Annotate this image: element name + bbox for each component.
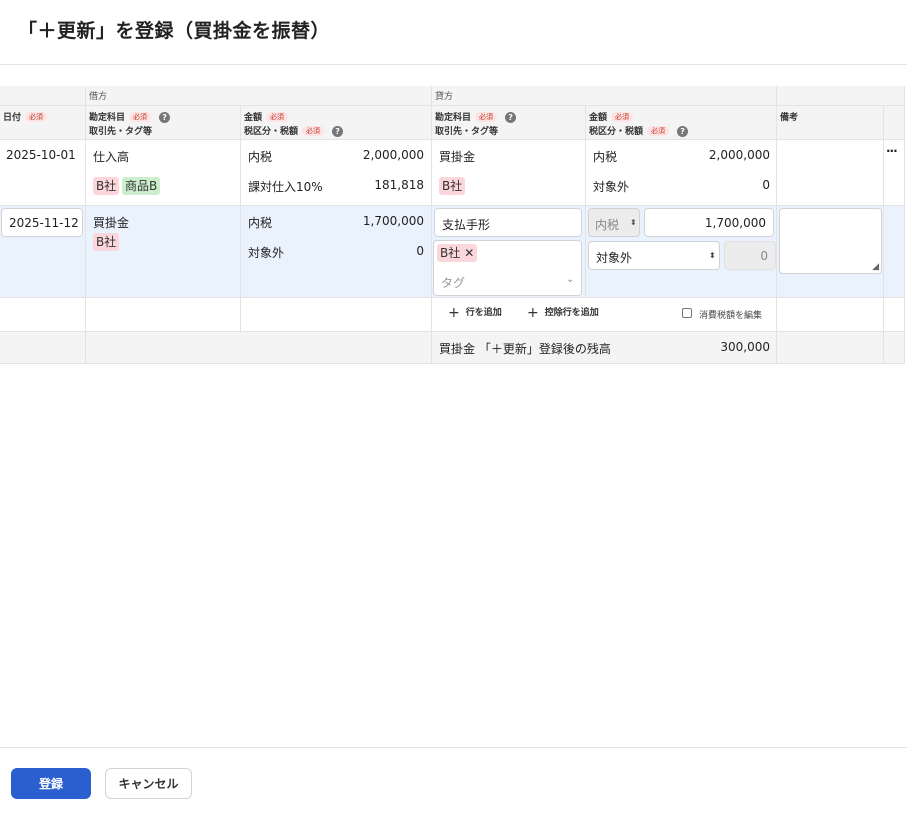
plus-icon: + — [527, 305, 539, 321]
debit-group-header: 借方 — [86, 86, 432, 106]
cancel-button[interactable]: キャンセル — [105, 768, 192, 799]
row1-debit-amount[interactable]: 2,000,000 — [330, 148, 424, 162]
required-badge: 必須 — [129, 112, 152, 122]
credit-amount-input[interactable]: 1,700,000 — [644, 208, 774, 237]
credit-group-header: 貸方 — [432, 86, 777, 106]
credit-account-input[interactable]: 支払手形 — [434, 208, 582, 237]
footer-divider — [0, 747, 907, 748]
credit-account-column-header: 勘定科目 必須? 取引先・タグ等 — [432, 106, 586, 140]
memo-column-header: 備考 — [777, 106, 884, 140]
required-badge: 必須 — [475, 112, 498, 122]
row1-debit-tax-class[interactable]: 課対仕入10% — [248, 178, 323, 195]
resize-handle-icon: ◢ — [872, 262, 879, 272]
row1-credit-account[interactable]: 買掛金 — [439, 148, 475, 165]
row2-debit-tax-amount: 0 — [416, 244, 424, 258]
tag-chip: B社 — [439, 177, 466, 195]
memo-textarea[interactable]: ◢ — [779, 208, 882, 274]
required-badge: 必須 — [266, 112, 289, 122]
add-deduction-row-button[interactable]: + 控除行を追加 — [527, 305, 599, 321]
memo-cell[interactable] — [777, 140, 884, 206]
row1-debit-account[interactable]: 仕入高 — [93, 148, 129, 165]
balance-label: 買掛金 「＋更新」登録後の残高 — [439, 342, 611, 356]
row1-credit-tax-amount: 0 — [762, 178, 770, 192]
help-icon[interactable]: ? — [159, 112, 171, 123]
title-divider — [0, 64, 907, 65]
tag-placeholder: タグ — [441, 276, 466, 290]
required-badge: 必須 — [611, 112, 634, 122]
credit-tax-amount-input: 0 — [724, 241, 776, 270]
select-caret-icon: ⬍ — [630, 218, 637, 227]
edit-tax-checkbox[interactable] — [682, 308, 692, 318]
credit-tag-select[interactable]: B社 ✕ タグ ⌄ — [433, 240, 582, 296]
chevron-down-icon: ⌄ — [566, 274, 575, 285]
row1-credit-tax-type[interactable]: 内税 — [593, 148, 617, 165]
tag-chip: B社 ✕ — [437, 244, 478, 262]
credit-amount-column-header: 金額 必須 税区分・税額 必須? — [586, 106, 777, 140]
plus-icon: + — [448, 305, 460, 321]
required-badge: 必須 — [25, 112, 48, 122]
tag-chip: 商品B — [122, 177, 161, 195]
row1-credit-tax-class[interactable]: 対象外 — [593, 178, 629, 195]
row2-debit-tax-type[interactable]: 内税 — [248, 214, 272, 231]
debit-amount-column-header: 金額 必須 税区分・税額 必須? — [241, 106, 432, 140]
modal-title: 「＋更新」を登録（買掛金を振替） — [18, 20, 331, 42]
select-caret-icon: ⬍ — [709, 251, 716, 260]
date-input[interactable]: 2025-11-12 — [1, 208, 83, 237]
row1-debit-tax-type[interactable]: 内税 — [248, 148, 272, 165]
tag-chip: B社 — [93, 177, 120, 195]
row1-debit-tax-amount: 181,818 — [374, 178, 424, 192]
add-row-button[interactable]: + 行を追加 — [448, 305, 502, 321]
help-icon[interactable]: ? — [677, 126, 689, 137]
row-menu-icon[interactable]: ··· — [886, 144, 898, 158]
row1-date[interactable]: 2025-10-01 — [6, 148, 76, 162]
row1-credit-amount[interactable]: 2,000,000 — [676, 148, 770, 162]
row2-debit-amount[interactable]: 1,700,000 — [330, 214, 424, 228]
credit-tax-class-select[interactable]: 対象外 ⬍ — [588, 241, 720, 270]
row2-debit-tax-class[interactable]: 対象外 — [248, 244, 284, 261]
required-badge: 必須 — [647, 126, 670, 136]
row2-debit-account[interactable]: 買掛金 — [93, 214, 129, 231]
remove-tag-icon[interactable]: ✕ — [464, 246, 474, 260]
balance-value: 300,000 — [720, 340, 770, 354]
help-icon[interactable]: ? — [505, 112, 517, 123]
date-column-header: 日付 必須 — [0, 106, 86, 140]
edit-tax-label[interactable]: 消費税額を編集 — [699, 308, 762, 321]
submit-button[interactable]: 登録 — [11, 768, 91, 799]
help-icon[interactable]: ? — [332, 126, 344, 137]
tag-chip: B社 — [93, 233, 120, 251]
required-badge: 必須 — [302, 126, 325, 136]
debit-account-column-header: 勘定科目 必須? 取引先・タグ等 — [86, 106, 241, 140]
credit-tax-type-select[interactable]: 内税 ⬍ — [588, 208, 640, 237]
